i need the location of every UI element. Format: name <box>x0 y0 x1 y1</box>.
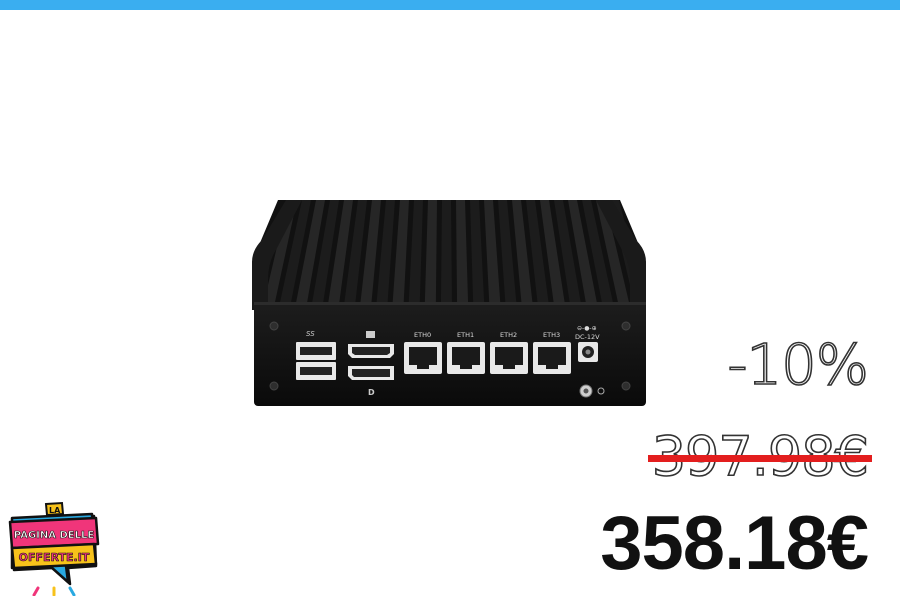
eth1-label: ETH1 <box>457 331 474 339</box>
eth0-label: ETH0 <box>414 331 431 339</box>
dp-label: D <box>368 388 375 397</box>
logo-line-3: OFFERTE.IT <box>19 551 90 564</box>
top-accent-bar <box>0 0 900 10</box>
pagina-delle-offerte-logo: LA PAGINA DELLE OFFERTE.IT <box>8 501 100 596</box>
ethernet-port <box>404 342 442 374</box>
ethernet-port <box>533 342 571 374</box>
eth2-label: ETH2 <box>500 331 517 339</box>
new-price: 358.18€ <box>600 501 869 586</box>
heatsink-fin <box>440 200 452 302</box>
discount-percentage: -10% <box>727 333 870 398</box>
old-price-strikethrough <box>648 455 872 462</box>
logo-line-2: PAGINA DELLE <box>14 530 95 541</box>
ethernet-port <box>447 342 485 374</box>
ethernet-port <box>490 342 528 374</box>
svg-text:⊖-●-⊕: ⊖-●-⊕ <box>577 325 597 332</box>
usb-ss-label: SS <box>306 330 315 338</box>
mini-pc-product-image: SS D ETH0 ETH1 ETH2 ETH3 DC-12V ⊖-●-⊕ <box>252 200 646 406</box>
logo-line-1: LA <box>49 506 61 515</box>
eth3-label: ETH3 <box>543 331 560 339</box>
dc-power-label: DC-12V <box>575 333 600 341</box>
